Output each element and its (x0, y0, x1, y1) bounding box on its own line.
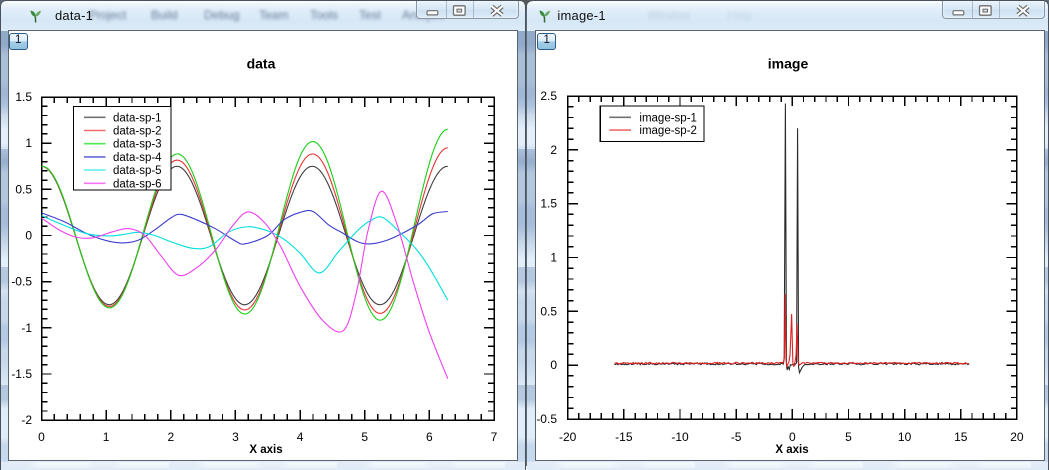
svg-text:10: 10 (898, 430, 912, 444)
svg-text:-15: -15 (615, 430, 633, 444)
svg-text:-5: -5 (731, 430, 742, 444)
svg-text:-0.5: -0.5 (11, 275, 32, 289)
svg-text:-0.5: -0.5 (536, 412, 557, 426)
svg-text:0: 0 (550, 358, 557, 372)
svg-text:data-sp-5: data-sp-5 (113, 165, 162, 177)
svg-text:1: 1 (25, 136, 32, 150)
svg-text:X axis: X axis (249, 444, 282, 456)
svg-text:image-sp-2: image-sp-2 (639, 125, 697, 137)
svg-text:6: 6 (426, 430, 433, 444)
svg-text:5: 5 (845, 430, 852, 444)
svg-text:1: 1 (550, 251, 557, 265)
svg-text:-2: -2 (21, 413, 32, 427)
svg-text:15: 15 (954, 430, 968, 444)
svg-text:4: 4 (297, 430, 304, 444)
svg-text:-20: -20 (559, 430, 577, 444)
svg-text:1.5: 1.5 (15, 90, 32, 104)
svg-text:data-sp-2: data-sp-2 (113, 126, 162, 138)
svg-text:0.5: 0.5 (540, 304, 557, 318)
svg-text:data: data (247, 56, 276, 72)
svg-text:2: 2 (167, 430, 174, 444)
svg-text:7: 7 (491, 430, 498, 444)
svg-text:-1: -1 (21, 321, 32, 335)
svg-text:0.5: 0.5 (15, 182, 32, 196)
svg-text:-10: -10 (671, 430, 689, 444)
svg-text:data-sp-4: data-sp-4 (113, 152, 162, 164)
svg-text:X axis: X axis (775, 444, 808, 456)
svg-text:image: image (768, 56, 809, 72)
svg-text:data-sp-3: data-sp-3 (113, 139, 162, 151)
svg-text:data-sp-6: data-sp-6 (113, 178, 162, 190)
svg-text:-1.5: -1.5 (11, 367, 32, 381)
svg-text:2.5: 2.5 (540, 89, 557, 103)
svg-text:2: 2 (550, 143, 557, 157)
svg-text:data-sp-1: data-sp-1 (113, 112, 162, 124)
svg-text:1.5: 1.5 (540, 197, 557, 211)
svg-text:0: 0 (25, 229, 32, 243)
svg-text:1: 1 (103, 430, 110, 444)
svg-text:3: 3 (232, 430, 239, 444)
svg-text:0: 0 (38, 430, 45, 444)
svg-text:20: 20 (1010, 430, 1024, 444)
svg-text:image-sp-1: image-sp-1 (639, 112, 697, 124)
svg-text:0: 0 (789, 430, 796, 444)
svg-text:5: 5 (361, 430, 368, 444)
